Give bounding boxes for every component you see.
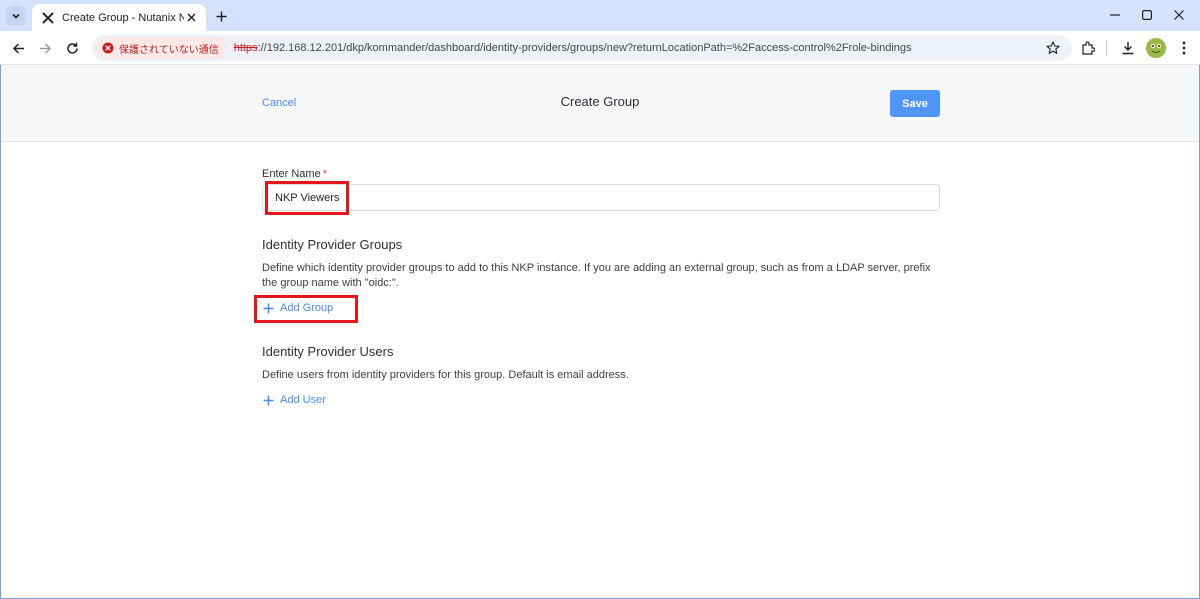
nutanix-favicon-icon <box>40 10 56 26</box>
name-input-value: NKP Viewers <box>275 191 340 204</box>
maximize-button[interactable] <box>1137 5 1157 25</box>
more-menu-icon[interactable] <box>1174 38 1194 58</box>
browser-tab-bar: Create Group - Nutanix NKP <box>0 0 1200 31</box>
name-field-label: Enter Name * <box>262 168 327 180</box>
forward-button[interactable] <box>35 38 55 58</box>
toolbar-divider <box>1106 40 1107 56</box>
add-group-label: Add Group <box>280 302 334 314</box>
maximize-icon <box>1142 10 1152 20</box>
security-chip[interactable]: 保護されていない通信 <box>95 37 226 59</box>
required-mark: * <box>322 168 327 180</box>
url-text: https://192.168.12.201/dkp/kommander/das… <box>234 42 912 54</box>
chevron-down-icon <box>12 13 20 19</box>
groups-section-description: Define which identity provider groups to… <box>262 262 931 289</box>
tab-search-button[interactable] <box>6 6 26 26</box>
add-user-button[interactable]: Add User <box>262 392 326 408</box>
name-input[interactable]: NKP Viewers <box>262 184 940 211</box>
back-button[interactable] <box>8 38 28 58</box>
extensions-icon[interactable] <box>1078 38 1098 58</box>
users-section-title: Identity Provider Users <box>262 344 394 359</box>
bookmark-star-icon[interactable] <box>1044 39 1062 57</box>
browser-tab-active[interactable]: Create Group - Nutanix NKP <box>32 4 206 31</box>
page-content: Cancel Create Group Save Enter Name * NKP… <box>0 65 1200 599</box>
page-title: Create Group <box>560 94 640 109</box>
close-window-button[interactable] <box>1169 5 1189 25</box>
warning-icon <box>102 42 114 54</box>
security-chip-label: 保護されていない通信 <box>119 44 219 56</box>
reload-icon <box>66 42 78 54</box>
plus-icon <box>216 11 226 21</box>
groups-section-title: Identity Provider Groups <box>262 237 403 252</box>
arrow-left-icon <box>12 42 24 54</box>
page-header: Cancel Create Group Save <box>1 65 1199 142</box>
users-section-description: Define users from identity providers for… <box>262 369 629 381</box>
new-tab-button[interactable] <box>212 7 230 25</box>
reload-button[interactable] <box>62 38 82 58</box>
browser-toolbar: 保護されていない通信 https://192.168.12.201/dkp/ko… <box>0 31 1200 65</box>
address-bar[interactable]: 保護されていない通信 https://192.168.12.201/dkp/ko… <box>92 35 1072 61</box>
arrow-right-icon <box>39 42 51 54</box>
close-icon <box>1174 10 1184 20</box>
plus-icon <box>262 302 274 314</box>
tab-title: Create Group - Nutanix NKP <box>62 11 184 24</box>
minimize-icon <box>1110 14 1120 16</box>
plus-icon <box>262 394 274 406</box>
add-group-button[interactable]: Add Group <box>262 300 333 316</box>
save-button[interactable]: Save <box>890 90 940 117</box>
name-label-text: Enter Name <box>262 168 321 180</box>
url-scheme: https <box>233 42 258 54</box>
profile-avatar[interactable] <box>1146 38 1166 58</box>
tab-close-icon[interactable] <box>184 11 198 25</box>
minimize-button[interactable] <box>1105 5 1125 25</box>
add-user-label: Add User <box>280 394 326 406</box>
url-path: ://192.168.12.201/dkp/kommander/dashboar… <box>257 42 912 54</box>
download-icon[interactable] <box>1118 38 1138 58</box>
